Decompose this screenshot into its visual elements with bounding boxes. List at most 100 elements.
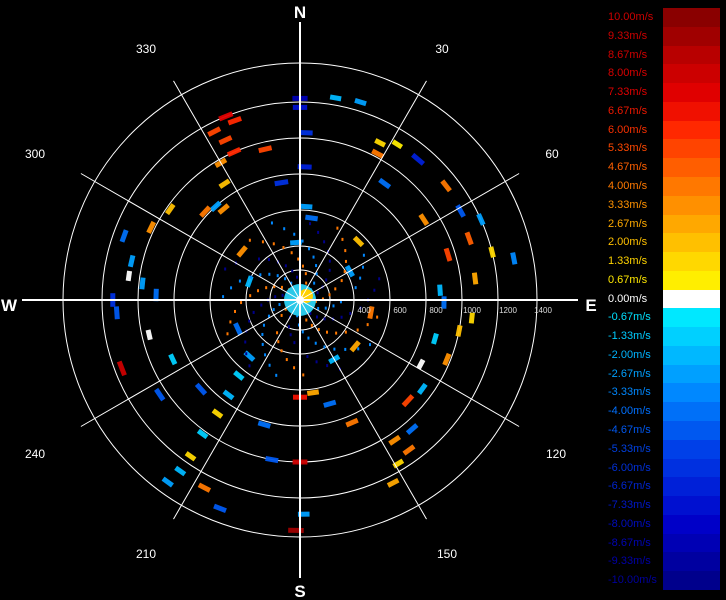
legend-swatch [663, 383, 720, 403]
range-label-1200: 1200 [499, 306, 517, 315]
echo-mark [274, 179, 289, 187]
near-echo-mark [357, 347, 360, 351]
echo-mark [488, 246, 496, 258]
echo-mark [211, 408, 224, 419]
near-echo-mark [276, 331, 279, 335]
near-echo-mark [293, 341, 296, 345]
echo-mark [476, 213, 486, 226]
echo-mark [116, 360, 127, 377]
near-echo-mark [275, 373, 278, 377]
near-echo-mark [289, 333, 292, 337]
legend-swatch [663, 139, 720, 159]
legend-label: 4.67m/s [608, 161, 648, 174]
echo-mark [437, 284, 443, 296]
near-echo-mark [283, 227, 286, 231]
legend-swatch [663, 327, 720, 347]
near-echo-mark [287, 325, 290, 329]
legend-label: 0.00m/s [608, 292, 648, 305]
echo-mark [431, 332, 439, 345]
legend-swatch [663, 101, 720, 122]
legend-swatch [663, 477, 720, 497]
near-echo-mark [349, 311, 352, 315]
near-echo-mark [284, 264, 287, 268]
bearing-label-60: 60 [545, 147, 559, 161]
legend-swatch [663, 64, 720, 84]
near-echo-mark [234, 309, 237, 313]
near-echo-mark [376, 315, 379, 319]
near-echo-mark [297, 257, 300, 261]
near-echo-mark [261, 240, 264, 244]
echo-mark [236, 245, 248, 258]
near-echo-mark [278, 303, 281, 307]
near-echo-mark [361, 265, 364, 269]
near-echo-mark [302, 373, 305, 377]
echo-mark [298, 129, 313, 136]
near-echo-mark [340, 279, 343, 283]
echo-mark [440, 179, 452, 193]
legend-label: -9.33m/s [608, 555, 651, 568]
legend-swatch [663, 158, 720, 178]
legend-label: -10.00m/s [608, 574, 657, 587]
echo-mark [233, 370, 245, 381]
legend-label: -4.00m/s [608, 405, 651, 418]
range-label-800: 800 [429, 306, 443, 315]
near-echo-mark [366, 323, 369, 327]
legend-swatch [663, 514, 720, 535]
near-echo-mark [328, 259, 331, 263]
range-label-600: 600 [393, 306, 407, 315]
near-echo-mark [373, 288, 376, 292]
near-echo-mark [259, 273, 262, 277]
legend-swatch [663, 252, 720, 272]
echo-mark [323, 399, 337, 408]
legend-label: 1.33m/s [608, 255, 648, 268]
echo-mark [194, 382, 208, 396]
near-echo-mark [333, 347, 336, 351]
near-echo-mark [315, 360, 318, 364]
legend-swatch [663, 439, 720, 460]
legend-label: 9.33m/s [608, 29, 648, 42]
legend-swatch [663, 552, 720, 572]
compass-axes [22, 22, 578, 578]
near-echo-mark [340, 315, 343, 319]
legend-swatch [663, 233, 720, 253]
near-echo-mark [249, 294, 252, 298]
echo-mark [197, 482, 212, 493]
legend-swatch [663, 364, 720, 384]
legend-swatch [663, 345, 720, 366]
near-echo-mark [265, 286, 268, 290]
legend-swatch [663, 120, 720, 140]
echo-mark [417, 382, 428, 395]
bearing-spoke [299, 173, 520, 301]
near-echo-mark [354, 286, 357, 290]
bearing-label-300: 300 [25, 147, 45, 161]
near-echo-mark [304, 272, 307, 276]
near-echo-mark [267, 258, 270, 262]
bearing-spoke [173, 299, 301, 520]
near-echo-mark [359, 276, 362, 280]
echo-mark [207, 126, 222, 137]
echo-mark [164, 203, 176, 216]
near-echo-mark [285, 358, 288, 362]
near-echo-mark [301, 330, 304, 334]
legend-label: 10.00m/s [608, 11, 654, 23]
legend-swatch [663, 289, 720, 309]
echo-mark [306, 389, 320, 396]
echo-mark [354, 97, 367, 107]
bearing-spoke [299, 299, 520, 427]
echo-mark [119, 229, 129, 243]
near-echo-mark [312, 255, 315, 259]
near-echo-mark [240, 301, 243, 305]
near-echo-mark [332, 304, 335, 308]
echo-mark [329, 94, 342, 102]
near-echo-mark [328, 293, 331, 297]
legend-label: -8.67m/s [608, 536, 651, 549]
echo-mark [374, 138, 387, 148]
legend-swatch [663, 8, 720, 28]
near-echo-mark [248, 319, 251, 323]
compass-west: W [1, 296, 18, 315]
near-echo-mark [229, 320, 232, 324]
near-echo-mark [226, 332, 229, 336]
legend-label: 2.00m/s [608, 236, 648, 249]
echo-mark [305, 214, 319, 222]
legend-label: 8.00m/s [608, 67, 648, 80]
